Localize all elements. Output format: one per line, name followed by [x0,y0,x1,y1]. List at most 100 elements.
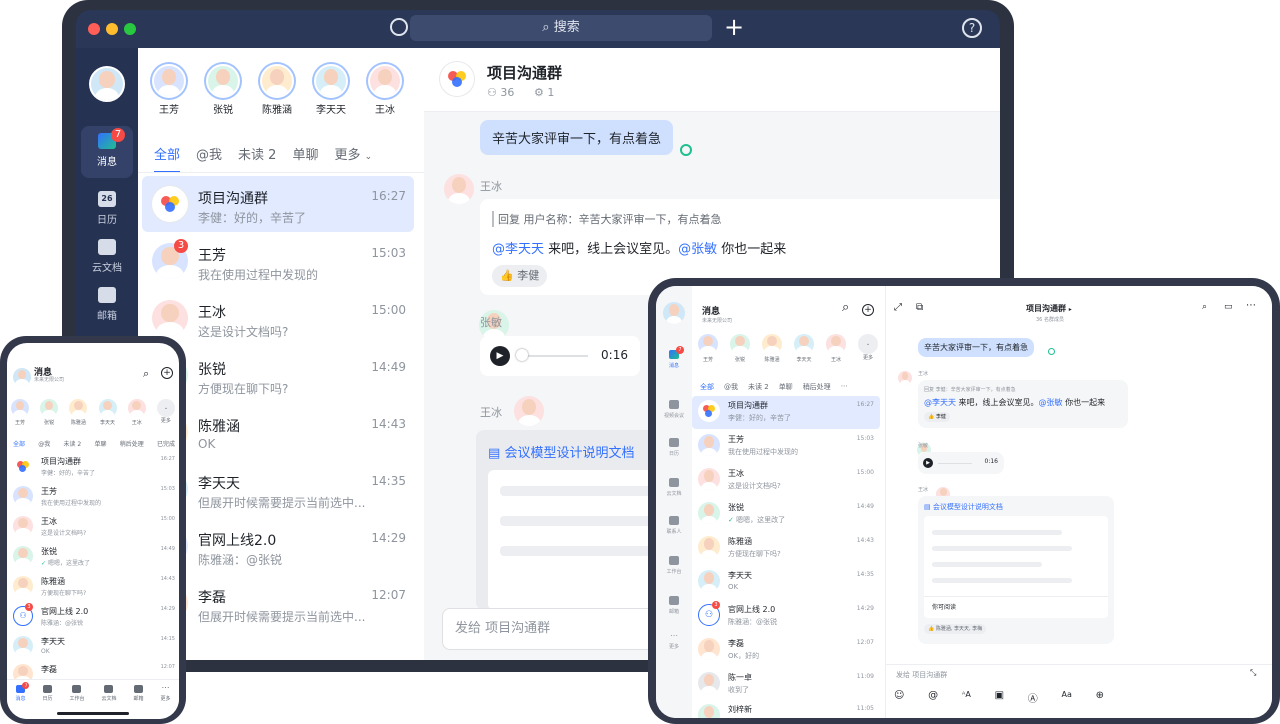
nav-mail[interactable]: 邮箱 [133,685,144,719]
mention[interactable]: @李天天 [924,398,956,407]
conversation-item[interactable]: 李磊 12:07 [11,661,175,679]
conversation-item[interactable]: 王芳 我在使用过程中发现的 15:03 [692,430,880,463]
doc-card[interactable]: ▤ 会议模型设计说明文档 你可阅读 👍 陈雅涵, 李天天, 李梅 [918,496,1114,644]
nav-video[interactable]: 视频会议 [656,400,692,419]
message-input[interactable]: 发给 项目沟通群 [896,670,947,680]
avatar[interactable] [514,396,545,426]
nav-calendar[interactable]: 日历 [42,685,53,719]
tab-more[interactable]: 更多 ⌄ [334,144,372,173]
voice-progress-knob[interactable] [516,349,528,361]
story-avatar[interactable]: 王冰 [127,399,146,426]
more-icon[interactable]: ⋯ [841,382,848,392]
story-avatar[interactable]: 陈雅涵 [69,399,88,426]
story-avatar[interactable]: 陈雅涵 [255,64,299,116]
story-avatar[interactable]: 张锐 [730,334,750,363]
doc-readers-chip[interactable]: 👍 陈雅涵, 李天天, 李梅 [924,624,987,634]
search-icon[interactable]: ⌕ [143,367,149,381]
translate-icon[interactable]: ᴬA [962,690,971,705]
add-icon[interactable]: + [862,304,874,316]
ai-icon[interactable]: Ⓐ [1028,690,1038,705]
story-avatar[interactable]: 王芳 [11,399,29,426]
nav-docs[interactable]: 云文档 [656,478,692,497]
conversation-item[interactable]: 项目沟通群 李健：好的，辛苦了 16:27 [692,396,880,429]
tab-mentions[interactable]: @我 [724,382,738,392]
more-stories[interactable]: ⌄ 更多 [858,334,878,363]
expand-icon[interactable]: ⤢ [894,302,902,313]
conversation-item[interactable]: 李磊 OK，好的 12:07 [692,634,880,667]
add-attachment-icon[interactable]: ⊕ [1096,690,1104,705]
tab-later[interactable]: 稍后处理 [803,382,831,392]
mention[interactable]: @李天天 [492,242,544,257]
story-avatar[interactable]: 王芳 [147,64,191,116]
tab-unread[interactable]: 未读 2 [238,144,276,173]
emoji-icon[interactable]: ☺ [894,690,904,705]
more-stories[interactable]: ⌄ 更多 [156,399,175,426]
tab-unread[interactable]: 未读 2 [748,382,769,392]
conversation-item[interactable]: 张锐 ✓ 嗯嗯，这里改了 14:49 [11,543,175,571]
conversation-item[interactable]: 陈一卓 收到了 11:09 [692,668,880,701]
conversation-item[interactable]: 刘梓新 11:05 [692,700,880,718]
conversation-item[interactable]: 李天天 OK 14:15 [11,633,175,661]
tab-mentions[interactable]: @我 [38,439,50,448]
nav-more[interactable]: ⋯ 更多 [160,684,170,719]
nav-messages[interactable]: 7 消息 [656,346,692,369]
user-avatar[interactable] [663,302,685,324]
reaction-chip[interactable]: 👍 李健 [492,265,548,287]
nav-contacts[interactable]: 联系人 [656,516,692,535]
doc-title[interactable]: ▤ 会议模型设计说明文档 [924,502,1003,512]
tab-direct[interactable]: 单聊 [94,439,106,448]
conversation-item[interactable]: 李天天 OK 14:35 [692,566,880,599]
tab-all[interactable]: 全部 [700,382,714,392]
video-call-icon[interactable]: ▭ [1224,302,1233,312]
tab-all[interactable]: 全部 [13,439,25,448]
nav-calendar[interactable]: 日历 [656,438,692,457]
story-avatar[interactable]: 张锐 [40,399,59,426]
story-avatar[interactable]: 李天天 [98,399,117,426]
search-icon[interactable]: ⌕ [842,300,849,315]
nav-docs[interactable]: 云文档 [81,232,133,281]
tab-done[interactable]: 已完成 [157,439,175,448]
close-window-button[interactable] [88,23,100,35]
story-avatar[interactable]: 李天天 [794,334,814,363]
conversation-item[interactable]: 张锐 ✓ 嗯嗯，这里改了 14:49 [692,498,880,531]
tab-direct[interactable]: 单聊 [292,144,318,173]
conversation-item[interactable]: 项目沟通群 李健：好的，辛苦了 16:27 [142,176,414,232]
avatar[interactable] [898,371,912,385]
nav-mail[interactable]: 邮箱 [656,596,692,615]
play-icon[interactable]: ▶ [490,346,510,366]
tab-unread[interactable]: 未读 2 [64,439,82,448]
conversation-item[interactable]: 3 王芳 我在使用过程中发现的 15:03 [142,233,414,289]
search-messages-icon[interactable]: ⌕ [1202,302,1207,312]
voice-message[interactable]: ▶ 0:16 [918,452,1004,474]
nav-more[interactable]: ⋯ 更多 [656,632,692,651]
bot-count[interactable]: ⚙ 1 [534,86,554,99]
story-avatar[interactable]: 张锐 [201,64,245,116]
conversation-item[interactable]: ⚇ 3 官网上线 2.0 陈雅涵：@张锐 14:29 [692,600,880,633]
nav-calendar[interactable]: 26 日历 [81,184,133,233]
history-icon[interactable] [390,18,408,36]
reaction-chip[interactable]: 👍 李健 [924,412,950,422]
conversation-item[interactable]: 项目沟通群 李健：好的，辛苦了 16:27 [11,453,175,481]
conversation-item[interactable]: ⚇ 3 官网上线 2.0 陈雅涵：@张锐 14:29 [11,603,175,631]
nav-workspace[interactable]: 工作台 [656,556,692,575]
story-avatar[interactable]: 陈雅涵 [762,334,782,363]
tab-mentions[interactable]: @我 [196,144,222,173]
conversation-item[interactable]: 王芳 我在使用过程中发现的 15:03 [11,483,175,511]
story-avatar[interactable]: 王芳 [698,334,718,363]
story-avatar[interactable]: 王冰 [826,334,846,363]
tab-direct[interactable]: 单聊 [779,382,793,392]
help-icon[interactable]: ? [962,18,982,38]
conversation-item[interactable]: 王冰 这是设计文档吗? 15:00 [692,464,880,497]
message-input[interactable]: 发给 项目沟通群 [442,608,682,650]
nav-mail[interactable]: 邮箱 [81,280,133,329]
mention-icon[interactable]: @ [928,690,938,705]
avatar[interactable] [444,174,474,204]
doc-title[interactable]: ▤ 会议模型设计说明文档 [488,442,634,461]
conversation-item[interactable]: 陈雅涵 方便现在聊下吗? 14:43 [11,573,175,601]
more-icon[interactable]: ⋯ [1246,300,1256,311]
user-avatar[interactable] [89,66,125,102]
conversation-item[interactable]: 陈雅涵 方便现在聊下吗? 14:43 [692,532,880,565]
maximize-window-button[interactable] [124,23,136,35]
nav-messages[interactable]: 7 消息 [81,126,133,178]
user-avatar[interactable] [13,368,31,386]
